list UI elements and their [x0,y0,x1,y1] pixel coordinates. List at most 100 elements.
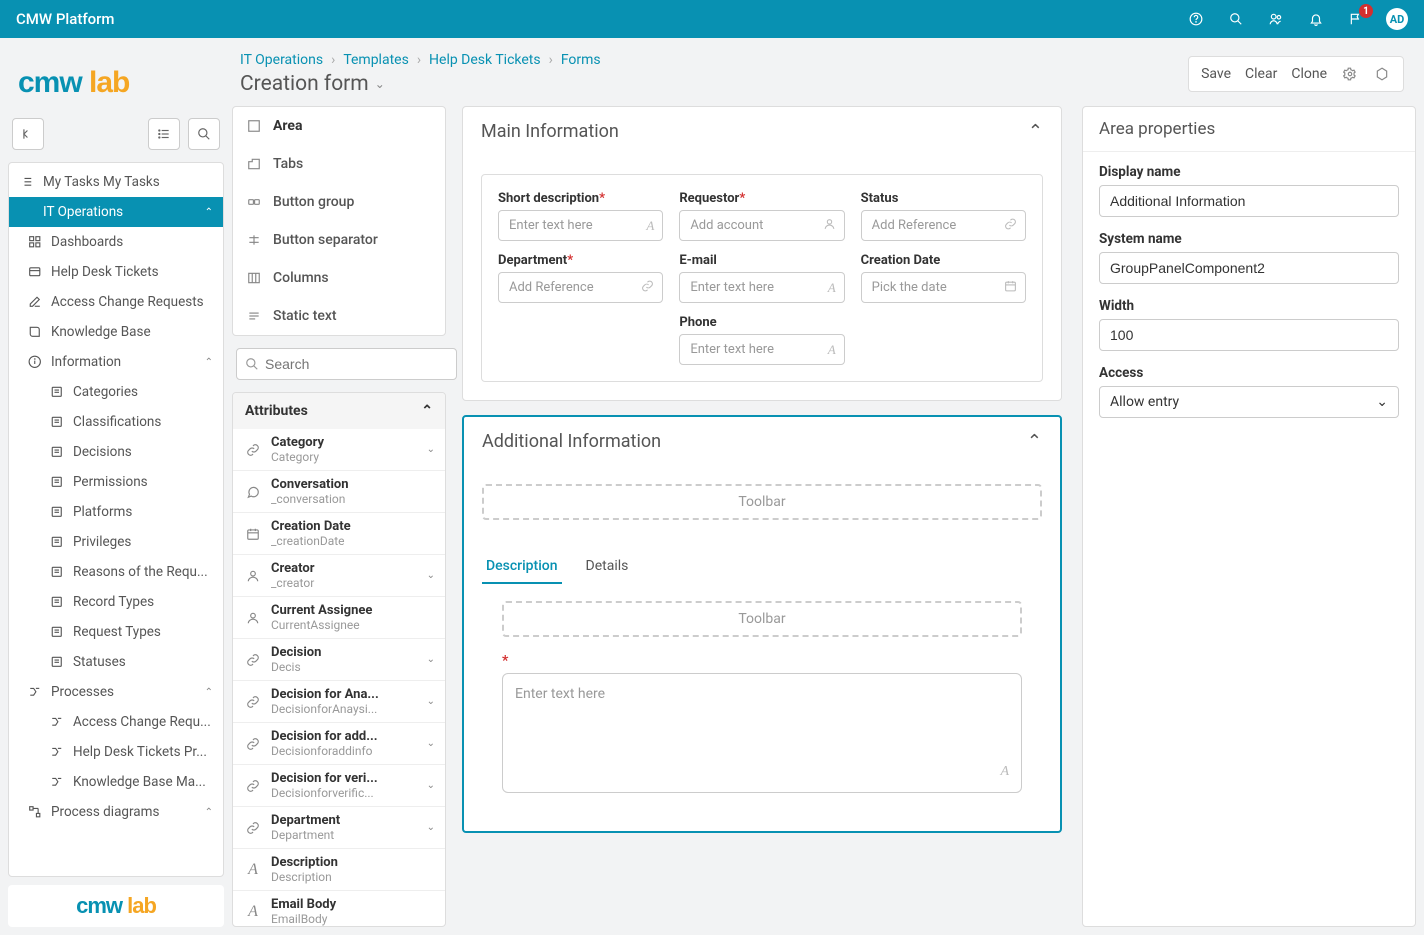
avatar[interactable]: AD [1386,8,1408,30]
chevron-right-icon: › [331,52,335,68]
attribute-sysname: Category [271,450,419,464]
search-icon[interactable] [1226,9,1246,29]
attribute-item[interactable]: DepartmentDepartment⌄ [233,807,445,849]
sidebar-item[interactable]: Permissions [9,467,223,497]
sidebar-item[interactable]: Information⌃ [9,347,223,377]
users-icon[interactable] [1266,9,1286,29]
element-item[interactable]: Columns [233,259,445,297]
search-input[interactable] [236,348,457,380]
sidebar-item[interactable]: Request Types [9,617,223,647]
sidebar-item[interactable]: Process diagrams⌃ [9,797,223,827]
attribute-item[interactable]: AEmail BodyEmailBody [233,891,445,926]
sidebar-item-label: Knowledge Base [51,324,213,340]
attribute-item[interactable]: ADescriptionDescription [233,849,445,891]
chevron-up-icon[interactable]: ⌃ [1027,431,1042,452]
tab-details[interactable]: Details [582,550,633,584]
sidebar-item[interactable]: Help Desk Tickets Pr... [9,737,223,767]
breadcrumb-link[interactable]: Templates [343,52,409,68]
element-item[interactable]: Static text [233,297,445,335]
description-input[interactable]: Enter text here A [502,673,1022,793]
nav-search-icon[interactable] [188,118,220,150]
sidebar-item[interactable]: Processes⌃ [9,677,223,707]
attribute-sysname: Decisionforaddinfo [271,744,419,758]
display-name-input[interactable] [1099,185,1399,217]
gear-icon[interactable] [1341,65,1359,83]
sidebar-item[interactable]: Classifications [9,407,223,437]
page-title[interactable]: Creation form⌄ [240,72,601,96]
doc-icon [49,654,65,670]
field-input[interactable]: Add Reference [861,210,1026,241]
sidebar-item[interactable]: Decisions [9,437,223,467]
attribute-item[interactable]: DecisionDecis⌄ [233,639,445,681]
save-button[interactable]: Save [1201,66,1231,82]
field-input[interactable]: Enter text hereA [679,334,844,365]
field-input[interactable]: Enter text hereA [498,210,663,241]
attribute-sysname: Decisionforverific... [271,786,419,800]
list-view-icon[interactable] [148,118,180,150]
breadcrumb-link[interactable]: IT Operations [240,52,323,68]
clone-button[interactable]: Clone [1291,66,1327,82]
access-label: Access [1099,365,1399,381]
bell-icon[interactable] [1306,9,1326,29]
attribute-item[interactable]: CategoryCategory⌄ [233,429,445,471]
width-input[interactable] [1099,319,1399,351]
chevron-down-icon: ⌄ [1376,394,1388,410]
collapse-sidebar-icon[interactable] [12,118,44,150]
flag-icon[interactable]: 1 [1346,9,1366,29]
sidebar-item[interactable]: Knowledge Base [9,317,223,347]
sidebar-item[interactable]: Access Change Requ... [9,707,223,737]
element-item[interactable]: Area [233,107,445,145]
attribute-name: Category [271,435,419,450]
element-item[interactable]: Button separator [233,221,445,259]
process-icon [27,684,43,700]
sidebar-item[interactable]: Help Desk Tickets [9,257,223,287]
settings-icon[interactable] [1373,65,1391,83]
attributes-header[interactable]: Attributes⌃ [233,393,445,429]
attribute-item[interactable]: Creator_creator⌄ [233,555,445,597]
sidebar-item[interactable]: Dashboards [9,227,223,257]
sidebar-item[interactable]: Record Types [9,587,223,617]
form-field: Short description*Enter text hereA [498,191,663,241]
breadcrumb-link[interactable]: Forms [561,52,601,68]
sidebar-item[interactable]: Privileges [9,527,223,557]
sidebar-item[interactable]: Categories [9,377,223,407]
sidebar-item[interactable]: IT Operations⌃ [9,197,223,227]
field-input[interactable]: Pick the date [861,272,1026,303]
field-input[interactable]: Add Reference [498,272,663,303]
clear-button[interactable]: Clear [1245,66,1277,82]
sidebar-item[interactable]: Knowledge Base Ma... [9,767,223,797]
main-information-area[interactable]: Main Information⌃ Short description*Ente… [462,106,1062,401]
help-icon[interactable] [1186,9,1206,29]
system-name-input[interactable] [1099,252,1399,284]
element-item[interactable]: Button group [233,183,445,221]
sidebar-item[interactable]: Platforms [9,497,223,527]
chevron-down-icon: ⌄ [427,780,435,791]
tab-description[interactable]: Description [482,550,562,584]
attribute-item[interactable]: Conversation_conversation [233,471,445,513]
field-input[interactable]: Enter text hereA [679,272,844,303]
field-input[interactable]: Add account [679,210,844,241]
breadcrumb-link[interactable]: Help Desk Tickets [429,52,541,68]
A-icon: A [828,342,836,358]
element-item[interactable]: Tabs [233,145,445,183]
display-name-label: Display name [1099,164,1399,180]
sidebar-item[interactable]: Statuses [9,647,223,677]
link-icon [243,650,263,670]
attribute-sysname: DecisionforAnaysi... [271,702,419,716]
sidebar-item[interactable]: Reasons of the Requ... [9,557,223,587]
field-label: Requestor* [679,191,844,206]
access-select[interactable]: Allow entry⌄ [1099,386,1399,418]
attribute-item[interactable]: Decision for veri...Decisionforverific..… [233,765,445,807]
attribute-item[interactable]: Decision for Ana...DecisionforAnaysi...⌄ [233,681,445,723]
doc-icon [49,594,65,610]
toolbar-placeholder-inner[interactable]: Toolbar [502,601,1022,637]
chevron-up-icon[interactable]: ⌃ [1028,121,1043,142]
toolbar-placeholder[interactable]: Toolbar [482,484,1042,520]
additional-information-area[interactable]: Additional Information⌃ Toolbar Descript… [462,415,1062,833]
attribute-item[interactable]: Current AssigneeCurrentAssignee [233,597,445,639]
sidebar-item[interactable]: Access Change Requests [9,287,223,317]
attribute-item[interactable]: Creation Date_creationDate [233,513,445,555]
sidebar-item[interactable]: My Tasks My Tasks [9,167,223,197]
attribute-item[interactable]: Decision for add...Decisionforaddinfo⌄ [233,723,445,765]
font-icon: A [1000,764,1009,780]
